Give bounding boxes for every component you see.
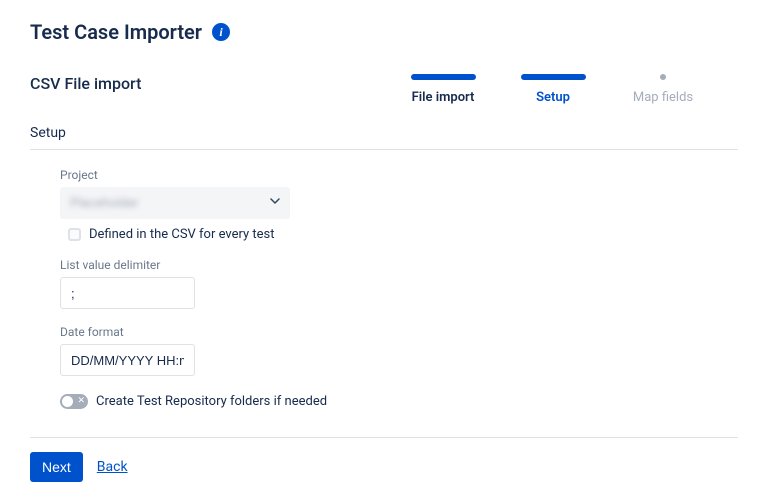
project-select[interactable]: Placeholder xyxy=(60,187,290,219)
subheader-row: CSV File import File import Setup Map fi… xyxy=(30,74,738,105)
step-file-import: File import xyxy=(408,74,478,105)
chevron-down-icon xyxy=(270,198,280,208)
project-csv-checkbox-label: Defined in the CSV for every test xyxy=(89,227,275,242)
create-folders-toggle[interactable]: ✕ xyxy=(60,394,88,409)
project-csv-checkbox-row: Defined in the CSV for every test xyxy=(60,227,738,242)
footer-divider xyxy=(30,437,738,438)
close-icon: ✕ xyxy=(77,397,85,406)
delimiter-input[interactable] xyxy=(60,277,195,309)
step-map-fields: Map fields xyxy=(628,74,698,105)
step-indicator-done xyxy=(411,74,476,80)
project-csv-checkbox[interactable] xyxy=(68,228,81,241)
create-folders-label: Create Test Repository folders if needed xyxy=(96,394,327,409)
dateformat-field-group: Date format xyxy=(60,325,738,376)
delimiter-field-group: List value delimiter xyxy=(60,258,738,309)
step-label: Setup xyxy=(536,90,570,105)
create-folders-toggle-row: ✕ Create Test Repository folders if need… xyxy=(60,394,738,409)
dateformat-label: Date format xyxy=(60,325,738,339)
info-icon[interactable]: i xyxy=(212,23,230,41)
step-label: Map fields xyxy=(633,90,693,105)
project-select-value: Placeholder xyxy=(70,196,139,211)
divider xyxy=(30,149,738,150)
step-label: File import xyxy=(412,90,475,105)
project-label: Project xyxy=(60,168,738,182)
toggle-knob xyxy=(62,396,73,407)
step-indicator-active xyxy=(521,74,586,80)
subtitle: CSV File import xyxy=(30,74,141,93)
stepper: File import Setup Map fields xyxy=(408,74,738,105)
page-header: Test Case Importer i xyxy=(30,20,738,44)
step-setup: Setup xyxy=(518,74,588,105)
form-area: Project Placeholder Defined in the CSV f… xyxy=(30,168,738,409)
back-link[interactable]: Back xyxy=(97,459,128,475)
footer-actions: Next Back xyxy=(30,452,738,482)
project-field-group: Project Placeholder Defined in the CSV f… xyxy=(60,168,738,242)
dateformat-input[interactable] xyxy=(60,344,195,376)
section-title: Setup xyxy=(30,125,738,141)
next-button[interactable]: Next xyxy=(30,452,83,482)
delimiter-label: List value delimiter xyxy=(60,258,738,272)
step-indicator-future xyxy=(660,74,666,80)
page-title: Test Case Importer xyxy=(30,20,202,44)
